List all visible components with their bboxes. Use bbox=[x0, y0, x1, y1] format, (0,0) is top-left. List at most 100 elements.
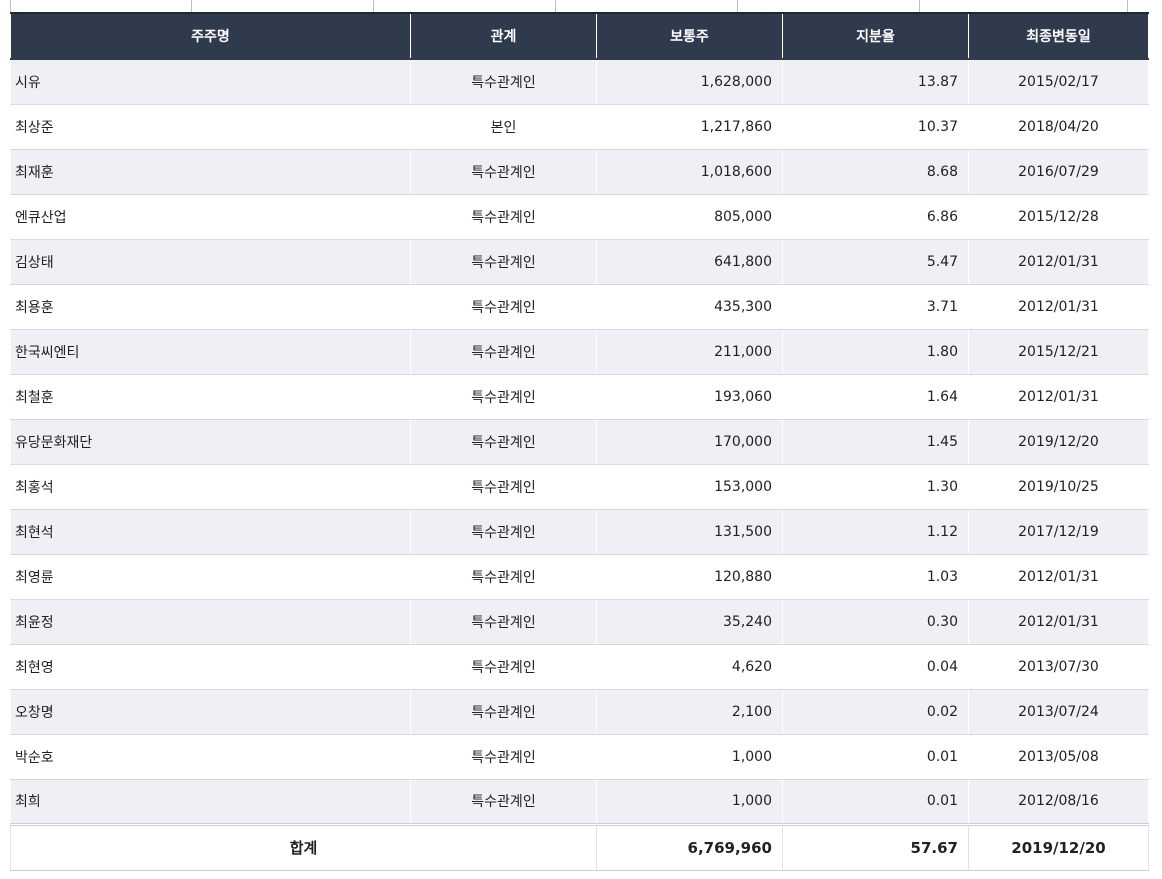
table-row: 최상준 본인 1,217,860 10.37 2018/04/20 bbox=[10, 104, 1149, 150]
total-date: 2019/12/20 bbox=[968, 822, 1149, 871]
table-row: 최재훈 특수관계인 1,018,600 8.68 2016/07/29 bbox=[10, 149, 1149, 195]
column-divider bbox=[555, 0, 556, 12]
shareholder-name: 최철훈 bbox=[10, 374, 411, 420]
relation-cell: 특수관계인 bbox=[410, 554, 597, 600]
relation-cell: 특수관계인 bbox=[410, 374, 597, 420]
date-cell: 2012/08/16 bbox=[968, 779, 1149, 825]
shareholder-name: 최용훈 bbox=[10, 284, 411, 330]
relation-cell: 특수관계인 bbox=[410, 779, 597, 825]
ratio-cell: 5.47 bbox=[782, 239, 969, 285]
table-header: 주주명 관계 보통주 지분율 최종변동일 bbox=[10, 12, 1149, 60]
table-row: 최철훈 특수관계인 193,060 1.64 2012/01/31 bbox=[10, 374, 1149, 420]
date-cell: 2013/07/24 bbox=[968, 689, 1149, 735]
shares-cell: 2,100 bbox=[596, 689, 783, 735]
column-divider bbox=[737, 0, 738, 12]
ratio-cell: 6.86 bbox=[782, 194, 969, 240]
date-cell: 2017/12/19 bbox=[968, 509, 1149, 555]
previous-table-edge bbox=[10, 0, 1148, 12]
shares-cell: 1,000 bbox=[596, 734, 783, 780]
column-divider bbox=[10, 0, 11, 12]
relation-cell: 특수관계인 bbox=[410, 689, 597, 735]
shareholder-name: 최재훈 bbox=[10, 149, 411, 195]
shares-cell: 131,500 bbox=[596, 509, 783, 555]
ratio-cell: 8.68 bbox=[782, 149, 969, 195]
relation-cell: 특수관계인 bbox=[410, 149, 597, 195]
header-relation: 관계 bbox=[410, 12, 597, 60]
relation-cell: 특수관계인 bbox=[410, 464, 597, 510]
shares-cell: 435,300 bbox=[596, 284, 783, 330]
total-row: 합계 6,769,960 57.67 2019/12/20 bbox=[10, 822, 1149, 871]
table-row: 최영륜 특수관계인 120,880 1.03 2012/01/31 bbox=[10, 554, 1149, 600]
shares-cell: 641,800 bbox=[596, 239, 783, 285]
ratio-cell: 0.01 bbox=[782, 779, 969, 825]
relation-cell: 특수관계인 bbox=[410, 599, 597, 645]
shareholder-name: 오창명 bbox=[10, 689, 411, 735]
shareholder-name: 김상태 bbox=[10, 239, 411, 285]
table-row: 최현석 특수관계인 131,500 1.12 2017/12/19 bbox=[10, 509, 1149, 555]
date-cell: 2018/04/20 bbox=[968, 104, 1149, 150]
ratio-cell: 3.71 bbox=[782, 284, 969, 330]
shareholder-name: 최윤정 bbox=[10, 599, 411, 645]
date-cell: 2012/01/31 bbox=[968, 554, 1149, 600]
column-divider bbox=[919, 0, 920, 12]
relation-cell: 특수관계인 bbox=[410, 194, 597, 240]
shares-cell: 4,620 bbox=[596, 644, 783, 690]
table-row: 박순호 특수관계인 1,000 0.01 2013/05/08 bbox=[10, 734, 1149, 780]
date-cell: 2016/07/29 bbox=[968, 149, 1149, 195]
relation-cell: 특수관계인 bbox=[410, 509, 597, 555]
shareholder-name: 최현석 bbox=[10, 509, 411, 555]
ratio-cell: 1.03 bbox=[782, 554, 969, 600]
date-cell: 2015/12/21 bbox=[968, 329, 1149, 375]
relation-cell: 특수관계인 bbox=[410, 284, 597, 330]
table-row: 시유 특수관계인 1,628,000 13.87 2015/02/17 bbox=[10, 59, 1149, 105]
shares-cell: 1,628,000 bbox=[596, 59, 783, 105]
table-row: 김상태 특수관계인 641,800 5.47 2012/01/31 bbox=[10, 239, 1149, 285]
shareholder-name: 최홍석 bbox=[10, 464, 411, 510]
table-footer: 합계 6,769,960 57.67 2019/12/20 bbox=[10, 822, 1149, 871]
table-body: 시유 특수관계인 1,628,000 13.87 2015/02/17 최상준 본인 1,21… bbox=[10, 59, 1149, 825]
shareholder-name: 엔큐산업 bbox=[10, 194, 411, 240]
shares-cell: 805,000 bbox=[596, 194, 783, 240]
table-row: 유당문화재단 특수관계인 170,000 1.45 2019/12/20 bbox=[10, 419, 1149, 465]
total-shares: 6,769,960 bbox=[596, 822, 783, 871]
header-common-shares: 보통주 bbox=[596, 12, 783, 60]
column-divider bbox=[191, 0, 192, 12]
relation-cell: 본인 bbox=[410, 104, 597, 150]
ratio-cell: 0.04 bbox=[782, 644, 969, 690]
table-row: 한국씨엔티 특수관계인 211,000 1.80 2015/12/21 bbox=[10, 329, 1149, 375]
shareholder-name: 최영륜 bbox=[10, 554, 411, 600]
date-cell: 2019/10/25 bbox=[968, 464, 1149, 510]
ratio-cell: 1.45 bbox=[782, 419, 969, 465]
table-row: 최현영 특수관계인 4,620 0.04 2013/07/30 bbox=[10, 644, 1149, 690]
relation-cell: 특수관계인 bbox=[410, 734, 597, 780]
table-row: 오창명 특수관계인 2,100 0.02 2013/07/24 bbox=[10, 689, 1149, 735]
date-cell: 2012/01/31 bbox=[968, 284, 1149, 330]
ratio-cell: 1.30 bbox=[782, 464, 969, 510]
relation-cell: 특수관계인 bbox=[410, 59, 597, 105]
header-row: 주주명 관계 보통주 지분율 최종변동일 bbox=[10, 12, 1149, 60]
relation-cell: 특수관계인 bbox=[410, 419, 597, 465]
shares-cell: 1,018,600 bbox=[596, 149, 783, 195]
header-shareholder-name: 주주명 bbox=[10, 12, 411, 60]
date-cell: 2019/12/20 bbox=[968, 419, 1149, 465]
ratio-cell: 1.12 bbox=[782, 509, 969, 555]
shareholder-table: 주주명 관계 보통주 지분율 최종변동일 시유 특수관계인 1,628,000 13.… bbox=[10, 12, 1149, 871]
relation-cell: 특수관계인 bbox=[410, 239, 597, 285]
shares-cell: 1,000 bbox=[596, 779, 783, 825]
ratio-cell: 1.64 bbox=[782, 374, 969, 420]
table-row: 최홍석 특수관계인 153,000 1.30 2019/10/25 bbox=[10, 464, 1149, 510]
date-cell: 2013/07/30 bbox=[968, 644, 1149, 690]
column-divider bbox=[1127, 0, 1128, 12]
shareholder-name: 유당문화재단 bbox=[10, 419, 411, 465]
shareholder-name: 최상준 bbox=[10, 104, 411, 150]
shareholder-name: 시유 bbox=[10, 59, 411, 105]
header-last-change-date: 최종변동일 bbox=[968, 12, 1149, 60]
shares-cell: 120,880 bbox=[596, 554, 783, 600]
relation-cell: 특수관계인 bbox=[410, 644, 597, 690]
table-row: 최용훈 특수관계인 435,300 3.71 2012/01/31 bbox=[10, 284, 1149, 330]
ratio-cell: 0.01 bbox=[782, 734, 969, 780]
date-cell: 2012/01/31 bbox=[968, 239, 1149, 285]
date-cell: 2015/12/28 bbox=[968, 194, 1149, 240]
shareholder-name: 최희 bbox=[10, 779, 411, 825]
shareholder-name: 박순호 bbox=[10, 734, 411, 780]
